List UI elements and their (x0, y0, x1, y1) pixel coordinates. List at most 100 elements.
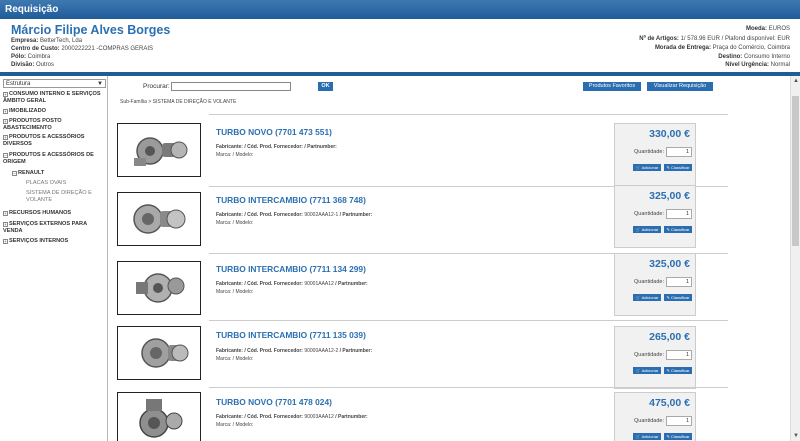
product-image[interactable] (117, 192, 201, 246)
tree-item-recursos-humanos[interactable]: + RECURSOS HUMANOS (3, 210, 103, 217)
product-row: TURBO INTERCAMBIO (7711 368 748) Fabrica… (109, 185, 729, 256)
divider (209, 320, 728, 321)
tree-item-renault[interactable]: − RENAULT (12, 170, 107, 177)
price-box: 330,00 € Quantidade: 1 🛒 Adicionar ✎ Cla… (614, 123, 696, 186)
quantity-label: Quantidade: (634, 211, 664, 217)
classify-button[interactable]: ✎ Classificar (664, 226, 692, 233)
product-title[interactable]: TURBO NOVO (7701 473 551) (216, 127, 332, 137)
header-cost-center: Centro de Custo: 2000222221 -COMPRAS GER… (11, 46, 154, 52)
classify-button[interactable]: ✎ Classificar (664, 294, 692, 301)
category-sidebar: Estrutura ▼ + CONSUMO INTERNO E SERVIÇOS … (0, 76, 108, 441)
divider (209, 114, 728, 115)
quantity-label: Quantidade: (634, 149, 664, 155)
structure-select[interactable]: Estrutura ▼ (3, 79, 106, 88)
quantity-label: Quantidade: (634, 418, 664, 424)
expand-icon[interactable]: + (3, 109, 8, 114)
header-division: Divisão: Outros (11, 62, 55, 68)
divider (209, 387, 728, 388)
app-title: Requisição (5, 4, 59, 15)
product-row: TURBO NOVO (7701 478 024) Fabricante: / … (109, 392, 729, 441)
tree-item-servicos-internos[interactable]: + SERVIÇOS INTERNOS (3, 238, 103, 245)
product-supplier-line: Fabricante: / Cód. Prod. Fornecedor: 900… (216, 281, 368, 287)
product-supplier-line: Fabricante: / Cód. Prod. Fornecedor: 900… (216, 212, 373, 218)
classify-button[interactable]: ✎ Classificar (664, 164, 692, 171)
user-name: Márcio Filipe Alves Borges (11, 23, 171, 37)
favorites-button[interactable]: Produtos Favoritos (583, 82, 641, 91)
scroll-up-icon[interactable]: ▲ (791, 76, 800, 86)
scroll-down-icon[interactable]: ▼ (791, 431, 800, 441)
collapse-icon[interactable]: − (12, 171, 17, 176)
tree-item-consumo-interno[interactable]: + CONSUMO INTERNO E SERVIÇOS ÂMBITO GERAL (3, 91, 103, 105)
product-title[interactable]: TURBO INTERCAMBIO (7711 135 039) (216, 330, 366, 340)
vertical-scrollbar[interactable]: ▲ ▼ (790, 76, 800, 441)
product-title[interactable]: TURBO INTERCAMBIO (7711 134 299) (216, 264, 366, 274)
header-urgency: Nível Urgência: Normal (725, 62, 790, 68)
expand-icon[interactable]: + (3, 222, 8, 227)
product-brand-line: Marca: / Modelo: (216, 220, 254, 226)
product-price: 265,00 € (649, 331, 690, 343)
quantity-label: Quantidade: (634, 352, 664, 358)
product-supplier-line: Fabricante: / Cód. Prod. Fornecedor: 900… (216, 348, 373, 354)
product-image[interactable] (117, 261, 201, 315)
scrollbar-thumb[interactable] (792, 96, 799, 246)
search-input[interactable] (171, 82, 291, 91)
product-row: TURBO NOVO (7701 473 551) Fabricante: / … (109, 123, 729, 187)
header-currency: Moeda: EUROS (745, 26, 790, 32)
tree-item-acessorios-diversos[interactable]: + PRODUTOS E ACESSÓRIOS DIVERSOS (3, 134, 103, 148)
add-button[interactable]: 🛒 Adicionar (633, 433, 661, 440)
quantity-input[interactable]: 1 (666, 209, 692, 219)
main-content: Procurar: OK Produtos Favoritos Visualiz… (109, 76, 790, 441)
quantity-input[interactable]: 1 (666, 350, 692, 360)
product-price: 330,00 € (649, 128, 690, 140)
product-row: TURBO INTERCAMBIO (7711 135 039) Fabrica… (109, 326, 729, 390)
tree-item-servicos-externos[interactable]: + SERVIÇOS EXTERNOS PARA VENDA (3, 221, 103, 235)
expand-icon[interactable]: + (3, 119, 8, 124)
product-image[interactable] (117, 326, 201, 380)
product-row: TURBO INTERCAMBIO (7711 134 299) Fabrica… (109, 253, 729, 325)
search-label: Procurar: (143, 83, 170, 90)
search-ok-button[interactable]: OK (318, 82, 333, 91)
app-title-bar: Requisição (0, 0, 800, 19)
add-button[interactable]: 🛒 Adicionar (633, 367, 661, 374)
product-supplier-line: Fabricante: / Cód. Prod. Fornecedor: 900… (216, 414, 368, 420)
product-price: 325,00 € (649, 258, 690, 270)
expand-icon[interactable]: + (3, 211, 8, 216)
quantity-input[interactable]: 1 (666, 147, 692, 157)
collapse-icon[interactable]: − (3, 153, 8, 158)
classify-button[interactable]: ✎ Classificar (664, 367, 692, 374)
expand-icon[interactable]: + (3, 239, 8, 244)
tree-subitem-placas-ovais[interactable]: PLACAS OVAIS (26, 180, 106, 187)
product-image[interactable] (117, 392, 201, 441)
product-price: 325,00 € (649, 190, 690, 202)
add-button[interactable]: 🛒 Adicionar (633, 294, 661, 301)
view-requisition-button[interactable]: Visualizar Requisição (647, 82, 713, 91)
product-supplier-line: Fabricante: / Cód. Prod. Fornecedor: / P… (216, 144, 337, 150)
chevron-down-icon: ▼ (97, 81, 103, 87)
header-articles: Nº de Artigos: 1/ 578.96 EUR / Plafond d… (639, 36, 790, 42)
product-brand-line: Marca: / Modelo: (216, 422, 254, 428)
product-title[interactable]: TURBO INTERCAMBIO (7711 368 748) (216, 195, 366, 205)
quantity-input[interactable]: 1 (666, 277, 692, 287)
header-delivery-address: Morada de Entrega: Praça do Comércio, Co… (654, 45, 790, 51)
product-price: 475,00 € (649, 397, 690, 409)
product-brand-line: Marca: / Modelo: (216, 289, 254, 295)
price-box: 475,00 € Quantidade: 1 🛒 Adicionar ✎ Cla… (614, 392, 696, 441)
classify-button[interactable]: ✎ Classificar (664, 433, 692, 440)
tree-subitem-sistema-direcao[interactable]: SISTEMA DE DIREÇÃO E VOLANTE (26, 190, 106, 204)
price-box: 325,00 € Quantidade: 1 🛒 Adicionar ✎ Cla… (614, 253, 696, 316)
add-button[interactable]: 🛒 Adicionar (633, 226, 661, 233)
expand-icon[interactable]: + (3, 135, 8, 140)
add-button[interactable]: 🛒 Adicionar (633, 164, 661, 171)
tree-item-posto-abastecimento[interactable]: + PRODUTOS POSTO ABASTECIMENTO (3, 118, 103, 132)
product-brand-line: Marca: / Modelo: (216, 356, 254, 362)
header-company: Empresa: BetterTech, Lda (11, 38, 83, 44)
product-image[interactable] (117, 123, 201, 177)
header-destination: Destino: Consumo Interno (718, 54, 790, 60)
tree-item-imobilizado[interactable]: + IMOBILIZADO (3, 108, 103, 115)
expand-icon[interactable]: + (3, 92, 8, 97)
price-box: 325,00 € Quantidade: 1 🛒 Adicionar ✎ Cla… (614, 185, 696, 248)
price-box: 265,00 € Quantidade: 1 🛒 Adicionar ✎ Cla… (614, 326, 696, 389)
quantity-input[interactable]: 1 (666, 416, 692, 426)
tree-item-acessorios-origem[interactable]: − PRODUTOS E ACESSÓRIOS DE ORIGEM (3, 152, 103, 166)
product-title[interactable]: TURBO NOVO (7701 478 024) (216, 397, 332, 407)
